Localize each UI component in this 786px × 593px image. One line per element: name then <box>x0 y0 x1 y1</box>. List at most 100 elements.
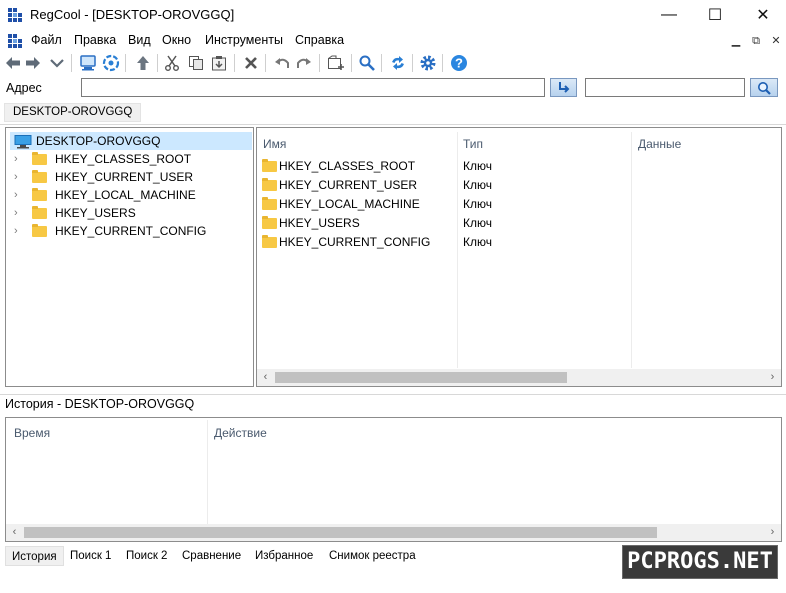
address-input[interactable] <box>81 78 545 97</box>
toolbar-separator <box>319 54 320 72</box>
scroll-thumb[interactable] <box>275 372 567 383</box>
menu-help[interactable]: Справка <box>295 33 344 47</box>
tree-node[interactable]: › HKEY_CURRENT_CONFIG <box>10 222 250 240</box>
registry-tree[interactable]: DESKTOP-OROVGGQ › HKEY_CLASSES_ROOT › HK… <box>5 127 254 387</box>
row-type: Ключ <box>463 197 492 211</box>
expand-chevron-icon[interactable]: › <box>14 225 18 237</box>
help-icon[interactable]: ? <box>449 53 469 73</box>
search-icon[interactable] <box>357 53 377 73</box>
copy-icon[interactable] <box>186 53 206 73</box>
tree-node[interactable]: › HKEY_LOCAL_MACHINE <box>10 186 250 204</box>
menu-edit[interactable]: Правка <box>74 33 116 47</box>
tab-compare[interactable]: Сравнение <box>176 546 247 566</box>
column-divider <box>631 132 632 368</box>
quick-search-button[interactable] <box>750 78 778 97</box>
tree-node[interactable]: › HKEY_CLASSES_ROOT <box>10 150 250 168</box>
redo-icon[interactable] <box>294 53 314 73</box>
computer-icon <box>14 135 32 149</box>
expand-chevron-icon[interactable]: › <box>14 153 18 165</box>
menu-view[interactable]: Вид <box>128 33 151 47</box>
toolbar-separator <box>381 54 382 72</box>
tab-favorites[interactable]: Избранное <box>249 546 319 566</box>
app-icon <box>8 8 22 22</box>
history-title: История - DESKTOP-OROVGGQ <box>5 397 195 411</box>
address-go-button[interactable] <box>550 78 577 97</box>
scroll-right-icon[interactable]: › <box>765 370 780 385</box>
expand-chevron-icon[interactable]: › <box>14 207 18 219</box>
column-header-time[interactable]: Время <box>14 426 50 440</box>
refresh-icon[interactable] <box>388 53 408 73</box>
tab-search-1[interactable]: Поиск 1 <box>64 546 117 566</box>
tree-node-label: HKEY_CURRENT_USER <box>55 170 194 184</box>
row-name: HKEY_CLASSES_ROOT <box>279 159 416 173</box>
address-label: Адрес <box>6 81 42 95</box>
scroll-right-icon[interactable]: › <box>765 525 780 540</box>
paste-icon[interactable] <box>209 53 229 73</box>
network-icon[interactable] <box>101 53 121 73</box>
undo-icon[interactable] <box>272 53 292 73</box>
horizontal-scrollbar[interactable]: ‹ › <box>257 369 781 386</box>
computer-icon[interactable] <box>78 53 98 73</box>
scroll-thumb[interactable] <box>24 527 657 538</box>
settings-icon[interactable] <box>418 53 438 73</box>
column-header-data[interactable]: Данные <box>638 137 681 151</box>
tab-history[interactable]: История <box>5 546 64 566</box>
tab-search-2[interactable]: Поиск 2 <box>120 546 173 566</box>
folder-icon <box>32 224 47 237</box>
folder-icon <box>262 178 277 191</box>
tab-registry-snapshot[interactable]: Снимок реестра <box>323 546 422 566</box>
expand-chevron-icon[interactable]: › <box>14 189 18 201</box>
column-header-action[interactable]: Действие <box>214 426 267 440</box>
new-key-icon[interactable] <box>326 53 346 73</box>
maximize-button[interactable]: ☐ <box>692 0 738 30</box>
row-name: HKEY_LOCAL_MACHINE <box>279 197 420 211</box>
toolbar-separator <box>157 54 158 72</box>
tree-node-label: HKEY_CLASSES_ROOT <box>55 152 192 166</box>
mdi-close-button[interactable]: ✕ <box>768 34 784 48</box>
minimize-icon: — <box>661 6 677 23</box>
scroll-left-icon[interactable]: ‹ <box>7 525 22 540</box>
tree-root-computer[interactable]: DESKTOP-OROVGGQ <box>10 132 252 150</box>
tree-node[interactable]: › HKEY_USERS <box>10 204 250 222</box>
key-list[interactable]: Имя Тип Данные HKEY_CLASSES_ROOT Ключ HK… <box>256 127 782 387</box>
row-type: Ключ <box>463 235 492 249</box>
forward-icon[interactable] <box>23 53 43 73</box>
column-divider <box>457 132 458 368</box>
row-type: Ключ <box>463 159 492 173</box>
quick-search-input[interactable] <box>585 78 745 97</box>
mdi-minimize-button[interactable]: ▁ <box>728 34 744 48</box>
toolbar: ? <box>0 51 786 75</box>
close-button[interactable]: ✕ <box>740 0 786 30</box>
menu-tools[interactable]: Инструменты <box>205 33 283 47</box>
mdi-restore-button[interactable]: ⧉ <box>748 34 764 48</box>
breadcrumb-tab[interactable]: DESKTOP-OROVGGQ <box>4 103 142 122</box>
mdi-app-icon[interactable] <box>8 34 22 48</box>
column-header-name[interactable]: Имя <box>263 137 286 151</box>
cut-icon[interactable] <box>162 53 182 73</box>
toolbar-separator <box>234 54 235 72</box>
row-type: Ключ <box>463 178 492 192</box>
row-name: HKEY_CURRENT_CONFIG <box>279 235 431 249</box>
menu-window[interactable]: Окно <box>162 33 191 47</box>
toolbar-separator <box>125 54 126 72</box>
expand-chevron-icon[interactable]: › <box>14 171 18 183</box>
row-type: Ключ <box>463 216 492 230</box>
column-header-type[interactable]: Тип <box>463 137 483 151</box>
history-list[interactable]: Время Действие ‹ › <box>5 417 782 542</box>
close-icon: ✕ <box>756 7 770 24</box>
up-icon[interactable] <box>133 53 153 73</box>
folder-icon <box>32 188 47 201</box>
back-icon[interactable] <box>3 53 23 73</box>
divider <box>0 394 786 395</box>
dropdown-icon[interactable] <box>47 53 67 73</box>
folder-icon <box>32 152 47 165</box>
delete-icon[interactable] <box>241 53 261 73</box>
go-arrow-icon <box>558 81 569 93</box>
tree-node-label: HKEY_USERS <box>55 206 136 220</box>
minimize-button[interactable]: — <box>646 0 692 30</box>
horizontal-scrollbar[interactable]: ‹ › <box>6 524 781 541</box>
menu-file[interactable]: Файл <box>31 33 62 47</box>
scroll-left-icon[interactable]: ‹ <box>258 370 273 385</box>
tree-node-label: HKEY_CURRENT_CONFIG <box>55 224 207 238</box>
tree-node[interactable]: › HKEY_CURRENT_USER <box>10 168 250 186</box>
